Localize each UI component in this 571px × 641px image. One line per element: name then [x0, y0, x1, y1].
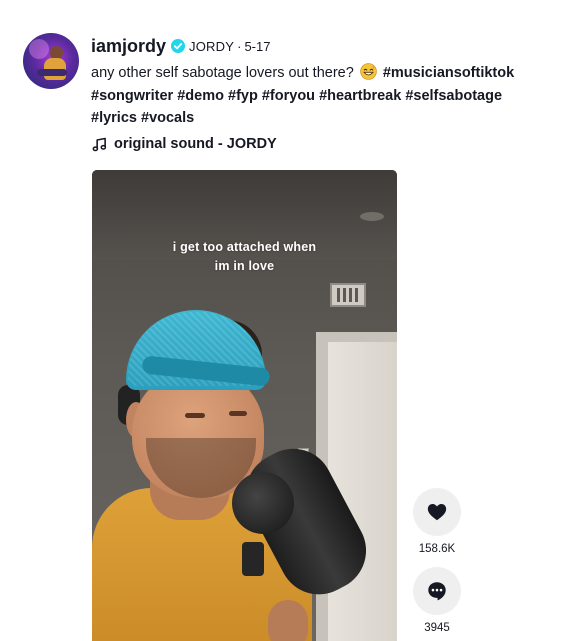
video-player[interactable]: i get too attached when im in love	[92, 170, 397, 641]
hashtag-link[interactable]: #songwriter	[91, 88, 173, 104]
video-scene-ceiling-light	[360, 212, 384, 221]
author-row: iamjordy JORDY · 5-17	[91, 35, 270, 57]
like-button[interactable]	[413, 488, 461, 536]
hashtag-link[interactable]: #demo	[177, 88, 224, 104]
hashtag-link[interactable]: #lyrics	[91, 110, 137, 126]
verified-badge-icon	[171, 39, 186, 53]
sound-link[interactable]: original sound - JORDY	[92, 136, 277, 152]
tiktok-post: iamjordy JORDY · 5-17 any other self sab…	[0, 0, 571, 641]
user-avatar[interactable]	[23, 33, 79, 89]
sound-name: original sound - JORDY	[114, 136, 277, 152]
hashtag-link[interactable]: #foryou	[262, 88, 315, 104]
avatar-figure-arm	[37, 69, 67, 76]
overlay-line: i get too attached when	[172, 240, 317, 254]
video-text-overlay: i get too attached when im in love	[92, 238, 397, 275]
hashtag-link[interactable]: #fyp	[228, 88, 258, 104]
hashtag-link[interactable]: #heartbreak	[319, 88, 401, 104]
comment-bubble-icon	[428, 582, 446, 601]
caption-text: any other self sabotage lovers out there…	[91, 65, 354, 81]
hashtag-link[interactable]: #musiciansoftiktok	[383, 65, 514, 81]
video-person-hand	[268, 600, 308, 641]
nickname: JORDY	[189, 38, 235, 54]
like-count: 158.6K	[418, 543, 456, 555]
grinning-sweat-emoji-icon	[360, 63, 377, 80]
video-person-eye	[185, 413, 205, 418]
comment-button[interactable]	[413, 567, 461, 615]
hashtag-link[interactable]: #vocals	[141, 110, 194, 126]
music-note-icon	[92, 137, 107, 151]
video-microphone-head	[232, 472, 294, 534]
video-microphone-mount	[242, 542, 264, 576]
comment-count: 3945	[424, 622, 450, 634]
hashtag-link[interactable]: #selfsabotage	[405, 88, 502, 104]
avatar-light	[29, 39, 49, 59]
caption: any other self sabotage lovers out there…	[91, 62, 556, 130]
video-scene-vent	[330, 283, 366, 307]
heart-icon	[427, 504, 447, 521]
video-person-eye	[229, 411, 247, 416]
overlay-line: im in love	[214, 258, 275, 273]
post-date: 5-17	[244, 38, 271, 54]
username-link[interactable]: iamjordy	[91, 36, 166, 57]
separator: ·	[237, 38, 242, 54]
